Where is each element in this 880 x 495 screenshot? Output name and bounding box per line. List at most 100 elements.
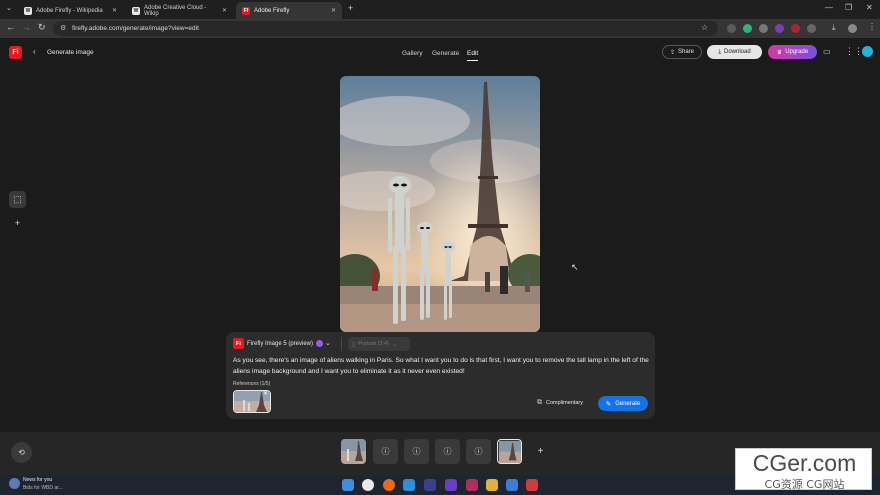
select-tool-icon[interactable]: ⬚ <box>9 191 26 208</box>
mouse-cursor-icon: ↖ <box>571 262 579 272</box>
upgrade-label: Upgrade <box>785 49 809 55</box>
model-logo-icon: Fi <box>233 338 244 349</box>
firefox-icon[interactable] <box>383 479 395 491</box>
tab-gallery[interactable]: Gallery <box>402 50 423 57</box>
thumbnail-image <box>341 439 366 464</box>
watermark-main: CGer.com <box>752 450 857 476</box>
close-icon[interactable]: ✕ <box>331 7 336 14</box>
preview-badge-icon <box>316 340 323 347</box>
download-tray-icon[interactable]: ⤓ <box>832 23 836 33</box>
window-close-icon[interactable]: ✕ <box>866 3 873 12</box>
download-icon: ⤓ <box>718 48 721 55</box>
minimize-icon[interactable]: — <box>825 3 833 12</box>
extension-icon[interactable] <box>791 24 800 33</box>
app-icon[interactable] <box>445 479 457 491</box>
chevron-down-icon: ⌄ <box>391 341 397 348</box>
app-icon[interactable] <box>526 479 538 491</box>
upgrade-button[interactable]: ♛ Upgrade <box>768 45 817 59</box>
history-info-icon[interactable]: ⓘ <box>373 439 398 464</box>
extension-icon[interactable] <box>727 24 736 33</box>
app-icon[interactable] <box>424 479 436 491</box>
chevron-down-icon[interactable]: ⌄ <box>325 339 331 347</box>
generate-button[interactable]: ✎ Generate <box>598 396 648 411</box>
url-text: firefly.adobe.com/generate/image?view=ed… <box>72 25 199 32</box>
url-field[interactable]: ⚙ firefly.adobe.com/generate/image?view=… <box>53 21 718 36</box>
download-button[interactable]: ⤓ Download <box>707 45 762 59</box>
history-icon[interactable]: ⟲ <box>11 442 32 463</box>
close-icon[interactable]: ✕ <box>112 7 117 14</box>
history-info-icon[interactable]: ⓘ <box>466 439 491 464</box>
thumbnail-image <box>498 440 521 463</box>
app-header: Fi ‹ Generate image Gallery Generate Edi… <box>0 39 880 67</box>
extension-icon[interactable] <box>759 24 768 33</box>
tab-adobe-firefly[interactable]: Ff Adobe Firefly ✕ <box>236 2 342 19</box>
file-explorer-icon[interactable] <box>486 479 498 491</box>
history-thumbnail-selected[interactable] <box>497 439 522 464</box>
model-selector[interactable]: Firefly Image 5 (preview) <box>247 341 313 347</box>
share-label: Share <box>678 49 695 55</box>
history-info-icon[interactable]: ⓘ <box>404 439 429 464</box>
history-info-icon[interactable]: ⓘ <box>435 439 460 464</box>
portrait-icon: ▯ <box>352 341 356 348</box>
app-icon[interactable] <box>466 479 478 491</box>
credits-icon: ⧉ <box>537 399 542 406</box>
tab-generate[interactable]: Generate <box>432 50 459 57</box>
browser-tab-strip: ⌄ W Adobe Firefly - Wikipedia ✕ W Adobe … <box>0 0 880 19</box>
tab-search-icon[interactable]: ⌄ <box>6 4 12 12</box>
add-variation-icon[interactable]: + <box>528 439 553 464</box>
tab-wikipedia-firefly[interactable]: W Adobe Firefly - Wikipedia ✕ <box>18 2 123 19</box>
windows-start-icon[interactable] <box>342 479 354 491</box>
site-info-icon[interactable]: ⚙ <box>60 24 66 32</box>
chat-icon[interactable]: ▭ <box>823 47 831 56</box>
wikipedia-icon: W <box>24 6 32 15</box>
history-thumbnail[interactable] <box>341 439 366 464</box>
address-bar-row: ← → ↻ ⚙ firefly.adobe.com/generate/image… <box>0 19 880 38</box>
user-avatar[interactable] <box>862 46 873 57</box>
share-button[interactable]: ⇪ Share <box>662 45 702 59</box>
tab-edit[interactable]: Edit <box>467 50 479 61</box>
vscode-icon[interactable] <box>403 479 415 491</box>
profile-avatar-icon[interactable] <box>848 24 857 33</box>
app-icon[interactable] <box>506 479 518 491</box>
generated-image[interactable] <box>340 76 540 332</box>
watermark: CGer.com CG资源 CG网站 <box>735 448 872 491</box>
references-label: References (1/5) <box>233 381 271 387</box>
back-icon[interactable]: ← <box>6 22 15 32</box>
bookmark-star-icon[interactable]: ☆ <box>701 23 708 32</box>
watermark-sub: CG资源 CG网站 <box>764 478 845 491</box>
reload-icon[interactable]: ↻ <box>38 22 46 33</box>
wikipedia-icon: W <box>132 6 140 15</box>
generate-label: Generate <box>615 400 641 407</box>
prompt-textarea[interactable]: As you see, there's an image of aliens w… <box>233 356 651 377</box>
tab-wikipedia-cc[interactable]: W Adobe Creative Cloud - Wikip ✕ <box>126 2 233 19</box>
credits-indicator: ⧉ Complimentary <box>537 399 583 407</box>
forward-icon[interactable]: → <box>22 22 31 32</box>
browser-menu-icon[interactable]: ⋮ <box>868 22 876 31</box>
firefly-icon: Ff <box>242 6 250 15</box>
shield-extension-icon[interactable] <box>743 24 752 33</box>
maximize-icon[interactable]: ❐ <box>845 3 852 12</box>
back-chevron-icon[interactable]: ‹ <box>33 47 36 56</box>
aspect-ratio-selector[interactable]: ▯ Portrait (3:4) ⌄ <box>348 337 410 351</box>
extension-icon[interactable] <box>775 24 784 33</box>
extensions-puzzle-icon[interactable] <box>807 24 816 33</box>
add-tool-icon[interactable]: + <box>9 214 26 231</box>
edit-icon: ✎ <box>605 400 612 408</box>
news-widget-icon[interactable] <box>9 478 20 489</box>
aliens-paris-image <box>340 76 540 332</box>
credits-label: Complimentary <box>546 400 583 406</box>
chrome-icon[interactable] <box>362 479 374 491</box>
firefly-logo[interactable]: Fi <box>9 46 22 59</box>
aspect-label: Portrait (3:4) <box>358 341 389 347</box>
download-label: Download <box>723 49 751 55</box>
apps-grid-icon[interactable]: ⋮⋮ <box>845 46 863 57</box>
page-title: Generate image <box>47 49 94 56</box>
tab-label: Adobe Firefly <box>254 7 290 14</box>
prompt-panel: Fi Firefly Image 5 (preview) ⌄ ▯ Portrai… <box>226 332 655 419</box>
new-tab-icon[interactable]: + <box>348 3 353 13</box>
remove-reference-icon[interactable]: ✕ <box>263 390 268 397</box>
crown-icon: ♛ <box>776 49 783 56</box>
tab-label: Adobe Creative Cloud - Wikip <box>144 4 207 17</box>
close-icon[interactable]: ✕ <box>222 7 227 14</box>
news-title: News for you <box>23 477 53 483</box>
